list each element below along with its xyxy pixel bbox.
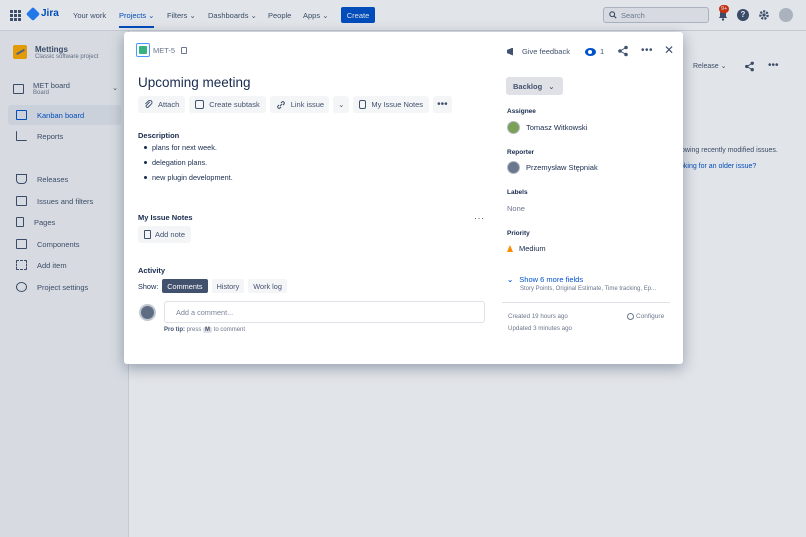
share-icon[interactable] [617,45,629,57]
keyboard-key: M [203,327,213,333]
issue-key-breadcrumb: MET-5 [136,43,188,57]
description-item: delegation plans. [144,158,233,173]
updated-timestamp: Updated 3 minutes ago [508,325,572,332]
assignee-avatar [507,121,520,134]
story-icon [139,46,147,54]
status-dropdown[interactable]: Backlog ⌄ [506,77,563,95]
give-feedback-button[interactable]: Give feedback [507,47,570,56]
show-label: Show: [138,281,159,291]
link-icon [276,100,285,109]
configure-button[interactable]: Configure [627,313,664,320]
pro-tip: Pro tip: press M to comment [164,327,246,333]
labels-field[interactable]: None [507,204,525,213]
description-content[interactable]: plans for next week. delegation plans. n… [144,143,233,188]
activity-filter: Show: Comments History Work log [138,279,287,293]
issue-title[interactable]: Upcoming meeting [138,75,251,90]
description-heading: Description [138,131,180,140]
notes-icon [359,100,367,109]
comment-input[interactable]: Add a comment... [164,301,485,323]
eye-icon [585,47,596,56]
priority-medium-icon [507,245,513,252]
notes-more-icon[interactable]: ··· [474,213,485,223]
issue-modal: MET-5 Upcoming meeting Attach Create sub… [124,32,683,364]
paperclip-icon [145,100,153,108]
watchers-count: 1 [600,47,605,56]
description-item: plans for next week. [144,143,233,158]
watch-button[interactable]: 1 [585,47,604,56]
tab-history[interactable]: History [211,279,245,293]
tab-work-log[interactable]: Work log [248,279,287,293]
chevron-down-icon: ⌄ [548,81,555,91]
issue-type-button[interactable] [136,43,150,57]
more-actions-button[interactable]: ••• [433,96,452,113]
labels-label: Labels [507,189,528,196]
hidden-fields-summary: Story Points, Original Estimate, Time tr… [520,286,657,292]
more-horizontal-icon[interactable]: ••• [641,45,653,56]
subtask-icon [195,100,205,109]
link-issue-button[interactable]: Link issue [269,96,330,113]
my-issue-notes-button[interactable]: My Issue Notes [353,96,430,113]
description-item: new plugin development. [144,173,233,188]
attach-button[interactable]: Attach [138,96,186,113]
note-icon [144,230,151,239]
chevron-down-icon: ⌄ [338,100,345,109]
priority-label: Priority [507,230,530,237]
notes-heading: My Issue Notes [138,213,193,222]
create-subtask-button[interactable]: Create subtask [189,96,266,113]
assignee-label: Assignee [507,108,536,115]
more-horizontal-icon: ••• [437,99,448,110]
divider [502,302,670,303]
activity-heading: Activity [138,266,166,275]
link-issue-dropdown[interactable]: ⌄ [333,96,350,113]
reporter-label: Reporter [507,149,535,156]
add-note-button[interactable]: Add note [138,226,192,243]
reporter-field[interactable]: Przemysław Stępniak [507,161,598,174]
gear-icon [627,313,634,320]
chevron-down-icon: ⌄ [507,275,514,284]
created-timestamp: Created 19 hours ago [508,313,568,320]
assignee-field[interactable]: Tomasz Witkowski [507,121,587,134]
copy-link-icon[interactable] [181,46,188,54]
tab-comments[interactable]: Comments [162,279,208,293]
reporter-avatar [507,161,520,174]
issue-key-link[interactable]: MET-5 [153,46,175,55]
commenter-avatar [139,304,156,321]
issue-toolbar: Attach Create subtask Link issue ⌄ My Is… [138,96,452,113]
priority-field[interactable]: Medium [507,244,546,253]
megaphone-icon [507,47,513,56]
close-icon[interactable]: ✕ [664,43,674,57]
show-more-fields-button[interactable]: ⌄ Show 6 more fields [507,275,583,284]
